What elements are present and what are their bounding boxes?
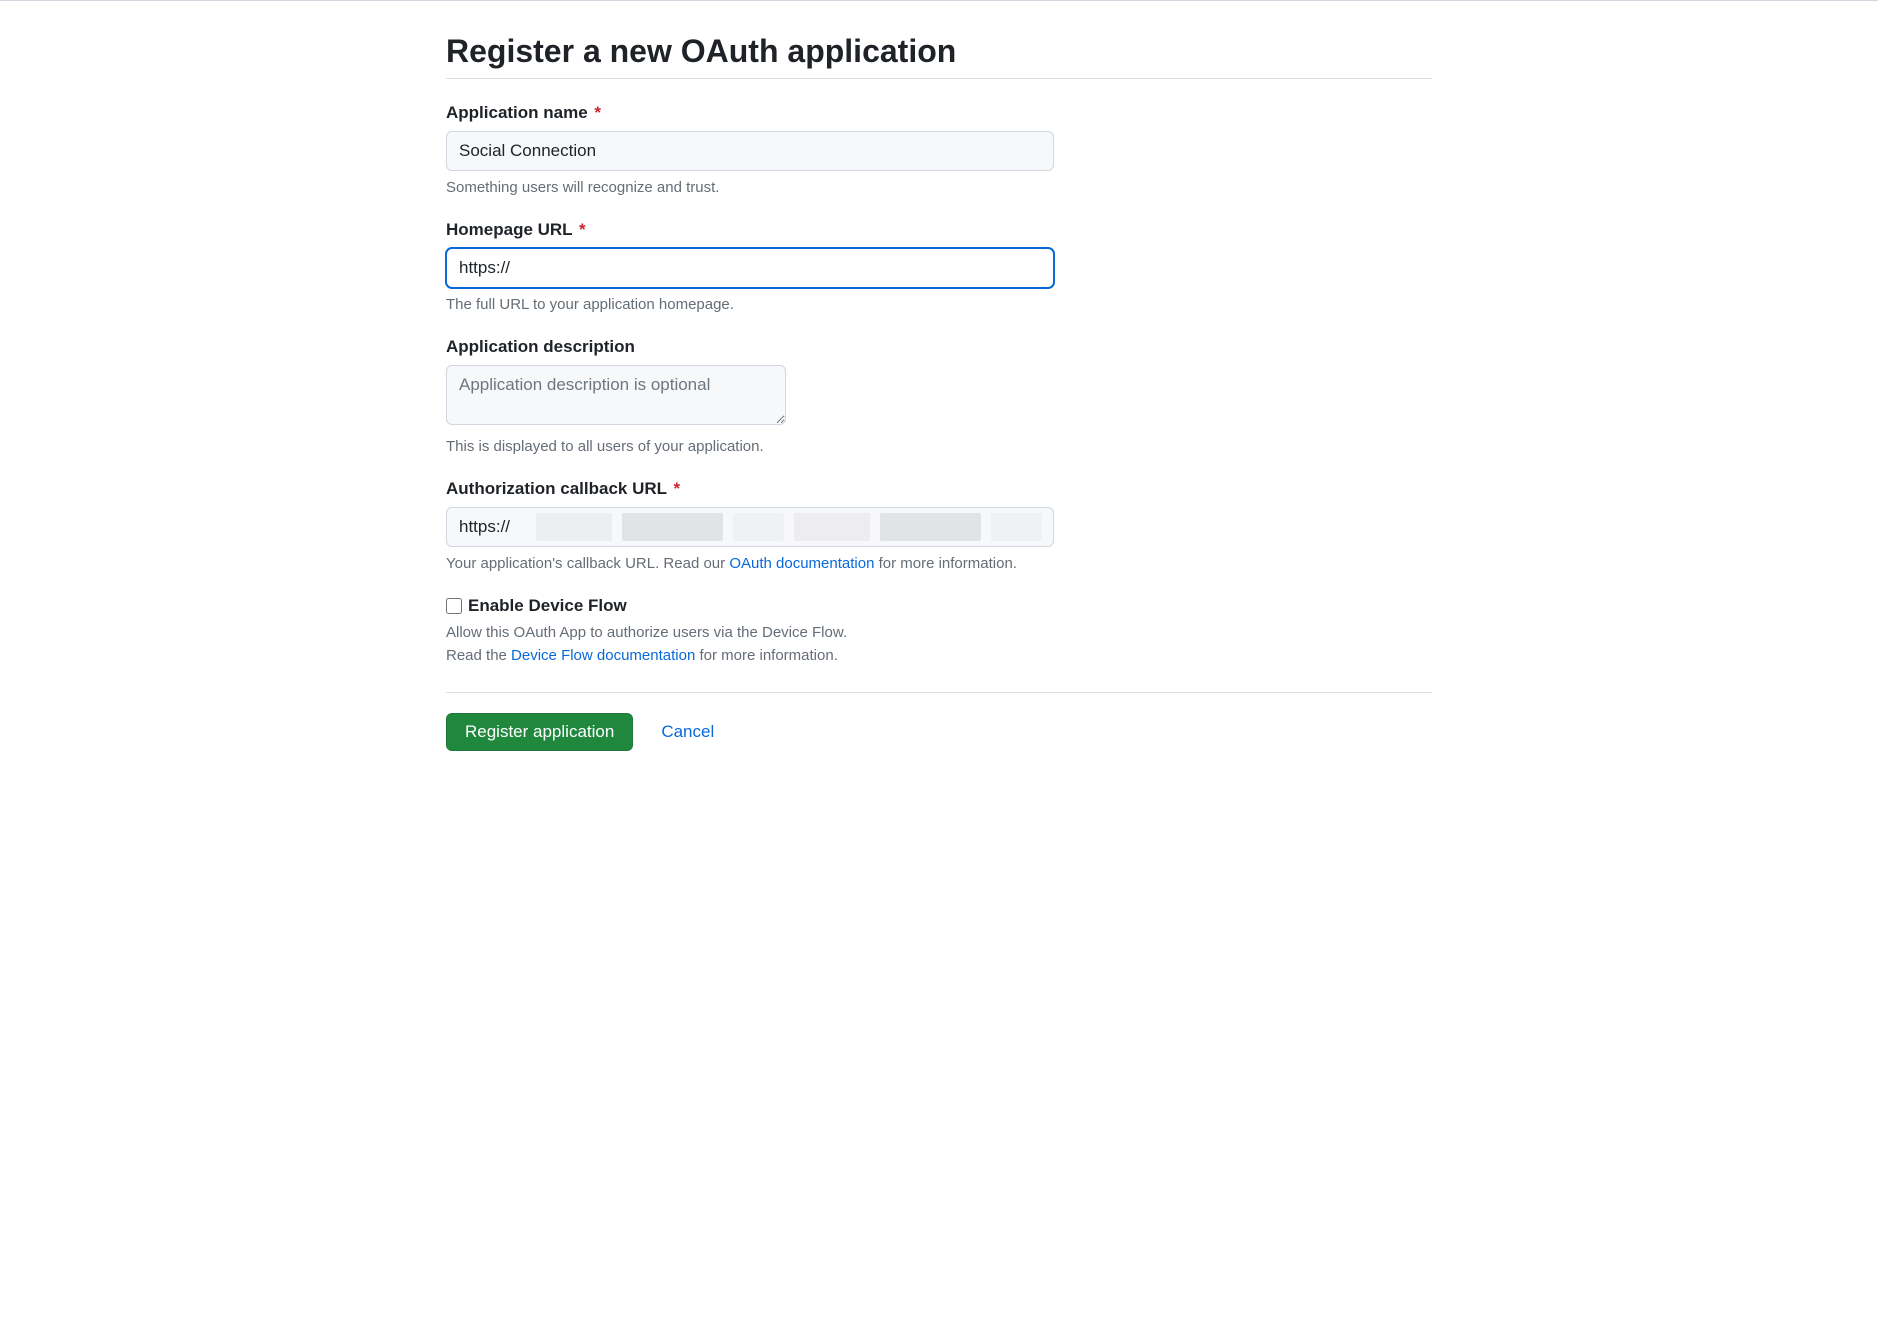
device-flow-documentation-link[interactable]: Device Flow documentation	[511, 647, 695, 664]
app-name-label: Application name *	[446, 103, 1432, 123]
description-label-text: Application description	[446, 337, 635, 356]
homepage-url-label: Homepage URL *	[446, 220, 1432, 240]
oauth-documentation-link[interactable]: OAuth documentation	[729, 555, 874, 572]
homepage-url-input[interactable]	[446, 248, 1054, 288]
description-input[interactable]	[446, 365, 786, 425]
register-application-button[interactable]: Register application	[446, 713, 633, 751]
device-flow-help2-prefix: Read the	[446, 647, 511, 664]
cancel-button[interactable]: Cancel	[661, 722, 714, 742]
field-device-flow: Enable Device Flow	[446, 596, 1432, 616]
homepage-url-label-text: Homepage URL	[446, 220, 572, 239]
callback-url-label-text: Authorization callback URL	[446, 479, 667, 498]
required-asterisk-icon: *	[579, 220, 586, 239]
device-flow-checkbox[interactable]	[446, 598, 462, 614]
app-name-input[interactable]	[446, 131, 1054, 171]
required-asterisk-icon: *	[673, 479, 680, 498]
app-name-label-text: Application name	[446, 103, 588, 122]
field-description: Application description This is displaye…	[446, 337, 1432, 455]
callback-url-input[interactable]	[446, 507, 1054, 547]
device-flow-help-1: Allow this OAuth App to authorize users …	[446, 624, 1432, 641]
device-flow-label: Enable Device Flow	[468, 596, 627, 616]
form-divider	[446, 692, 1432, 693]
field-app-name: Application name * Something users will …	[446, 103, 1432, 196]
description-label: Application description	[446, 337, 1432, 357]
description-help: This is displayed to all users of your a…	[446, 438, 1432, 455]
device-flow-help2-suffix: for more information.	[695, 647, 838, 664]
form-actions: Register application Cancel	[446, 713, 1432, 751]
callback-help-prefix: Your application's callback URL. Read ou…	[446, 555, 729, 572]
homepage-url-help: The full URL to your application homepag…	[446, 296, 1432, 313]
callback-url-help: Your application's callback URL. Read ou…	[446, 555, 1432, 572]
callback-url-input-wrap	[446, 507, 1054, 547]
page-title: Register a new OAuth application	[446, 33, 1432, 79]
device-flow-help-2: Read the Device Flow documentation for m…	[446, 647, 1432, 664]
oauth-register-form: Register a new OAuth application Applica…	[430, 1, 1448, 811]
field-homepage-url: Homepage URL * The full URL to your appl…	[446, 220, 1432, 313]
app-name-help: Something users will recognize and trust…	[446, 179, 1432, 196]
callback-url-label: Authorization callback URL *	[446, 479, 1432, 499]
callback-help-suffix: for more information.	[874, 555, 1017, 572]
field-callback-url: Authorization callback URL * Your applic…	[446, 479, 1432, 572]
required-asterisk-icon: *	[594, 103, 601, 122]
